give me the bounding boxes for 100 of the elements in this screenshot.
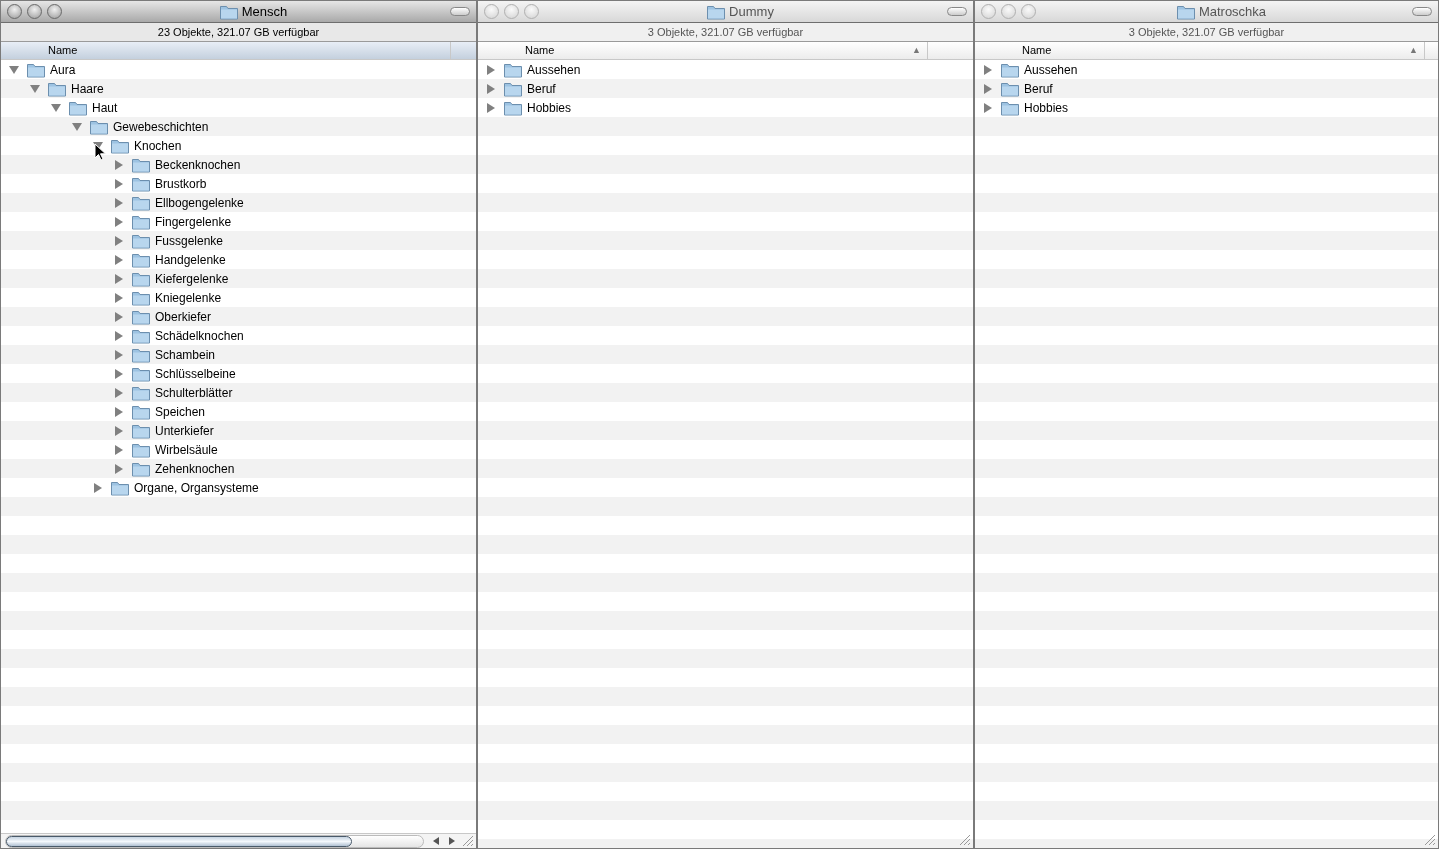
folder-icon	[132, 232, 150, 249]
folder-row[interactable]: Wirbelsäule	[1, 440, 476, 459]
close-button[interactable]	[7, 4, 22, 19]
disclosure-triangle-right-icon[interactable]	[114, 292, 124, 303]
scroll-right-icon[interactable]	[448, 836, 456, 846]
resize-grip-icon[interactable]	[462, 835, 474, 847]
window-title: Dummy	[729, 2, 774, 21]
folder-icon	[504, 61, 522, 78]
minimize-button[interactable]	[27, 4, 42, 19]
folder-icon	[132, 346, 150, 363]
scrollbar-thumb[interactable]	[6, 835, 353, 847]
folder-row[interactable]: Organe, Organsysteme	[1, 478, 476, 497]
disclosure-triangle-right-icon[interactable]	[93, 482, 103, 493]
folder-row[interactable]: Haare	[1, 79, 476, 98]
folder-row[interactable]: Schädelknochen	[1, 326, 476, 345]
folder-icon	[1176, 3, 1195, 20]
folder-icon	[132, 156, 150, 173]
folder-row[interactable]: Beruf	[478, 79, 973, 98]
status-text: 3 Objekte, 321.07 GB verfügbar	[975, 23, 1438, 42]
toolbar-toggle-button[interactable]	[1412, 7, 1432, 16]
close-button[interactable]	[484, 4, 499, 19]
folder-icon	[1001, 80, 1019, 97]
window-title: Matroschka	[1198, 2, 1267, 21]
folder-icon	[132, 422, 150, 439]
disclosure-triangle-right-icon[interactable]	[114, 349, 124, 360]
folder-icon	[132, 194, 150, 211]
disclosure-triangle-right-icon[interactable]	[114, 425, 124, 436]
disclosure-triangle-right-icon[interactable]	[114, 159, 124, 170]
disclosure-triangle-right-icon[interactable]	[114, 311, 124, 322]
folder-row[interactable]: Oberkiefer	[1, 307, 476, 326]
close-button[interactable]	[981, 4, 996, 19]
disclosure-triangle-right-icon[interactable]	[114, 463, 124, 474]
folder-row[interactable]: Hobbies	[478, 98, 973, 117]
folder-row[interactable]: Schulterblätter	[1, 383, 476, 402]
folder-icon	[111, 137, 129, 154]
minimize-button[interactable]	[504, 4, 519, 19]
folder-row[interactable]: Beruf	[975, 79, 1438, 98]
folder-icon	[132, 460, 150, 477]
disclosure-triangle-right-icon[interactable]	[114, 178, 124, 189]
disclosure-triangle-right-icon[interactable]	[114, 368, 124, 379]
resize-grip-icon[interactable]	[959, 834, 971, 846]
folder-row[interactable]: Hobbies	[975, 98, 1438, 117]
disclosure-triangle-right-icon[interactable]	[114, 406, 124, 417]
folder-row[interactable]: Brustkorb	[1, 174, 476, 193]
folder-icon	[132, 384, 150, 401]
disclosure-triangle-right-icon[interactable]	[983, 64, 993, 75]
disclosure-triangle-right-icon[interactable]	[114, 235, 124, 246]
folder-row[interactable]: Aussehen	[478, 60, 973, 79]
folder-row[interactable]: Speichen	[1, 402, 476, 421]
disclosure-triangle-right-icon[interactable]	[114, 273, 124, 284]
folder-icon	[1001, 61, 1019, 78]
folder-row[interactable]: Unterkiefer	[1, 421, 476, 440]
zoom-button[interactable]	[1021, 4, 1036, 19]
folder-row[interactable]: Handgelenke	[1, 250, 476, 269]
toolbar-toggle-button[interactable]	[947, 7, 967, 16]
folder-row[interactable]: Aussehen	[975, 60, 1438, 79]
minimize-button[interactable]	[1001, 4, 1016, 19]
folder-row[interactable]: Aura	[1, 60, 476, 79]
folder-row[interactable]: Kniegelenke	[1, 288, 476, 307]
zoom-button[interactable]	[47, 4, 62, 19]
toolbar-toggle-button[interactable]	[450, 7, 470, 16]
folder-icon	[504, 99, 522, 116]
folder-row[interactable]: Kiefergelenke	[1, 269, 476, 288]
disclosure-triangle-right-icon[interactable]	[114, 387, 124, 398]
disclosure-triangle-right-icon[interactable]	[486, 64, 496, 75]
folder-row[interactable]: Ellbogengelenke	[1, 193, 476, 212]
resize-grip-icon[interactable]	[1424, 834, 1436, 846]
disclosure-triangle-right-icon[interactable]	[983, 102, 993, 113]
disclosure-triangle-right-icon[interactable]	[114, 216, 124, 227]
folder-row[interactable]: Gewebeschichten	[1, 117, 476, 136]
folder-icon	[132, 251, 150, 268]
folder-icon	[707, 3, 726, 20]
scroll-left-icon[interactable]	[432, 836, 440, 846]
folder-row[interactable]: Schambein	[1, 345, 476, 364]
folder-row[interactable]: Beckenknochen	[1, 155, 476, 174]
mouse-pointer-icon	[94, 143, 107, 162]
folder-icon	[132, 308, 150, 325]
folder-icon	[111, 479, 129, 496]
folder-row[interactable]: Haut	[1, 98, 476, 117]
zoom-button[interactable]	[524, 4, 539, 19]
folder-icon	[132, 365, 150, 382]
folder-row[interactable]: Fingergelenke	[1, 212, 476, 231]
status-text: 23 Objekte, 321.07 GB verfügbar	[1, 23, 476, 42]
folder-icon	[132, 270, 150, 287]
folder-icon	[48, 80, 66, 97]
disclosure-triangle-right-icon[interactable]	[486, 83, 496, 94]
folder-icon	[132, 441, 150, 458]
folder-icon	[132, 403, 150, 420]
folder-icon	[504, 80, 522, 97]
disclosure-triangle-right-icon[interactable]	[983, 83, 993, 94]
disclosure-triangle-right-icon[interactable]	[114, 197, 124, 208]
disclosure-triangle-right-icon[interactable]	[486, 102, 496, 113]
folder-icon	[132, 175, 150, 192]
folder-row[interactable]: Fussgelenke	[1, 231, 476, 250]
disclosure-triangle-right-icon[interactable]	[114, 444, 124, 455]
disclosure-triangle-right-icon[interactable]	[114, 330, 124, 341]
disclosure-triangle-right-icon[interactable]	[114, 254, 124, 265]
folder-row[interactable]: Schlüsselbeine	[1, 364, 476, 383]
folder-row[interactable]: Zehenknochen	[1, 459, 476, 478]
folder-icon	[1001, 99, 1019, 116]
